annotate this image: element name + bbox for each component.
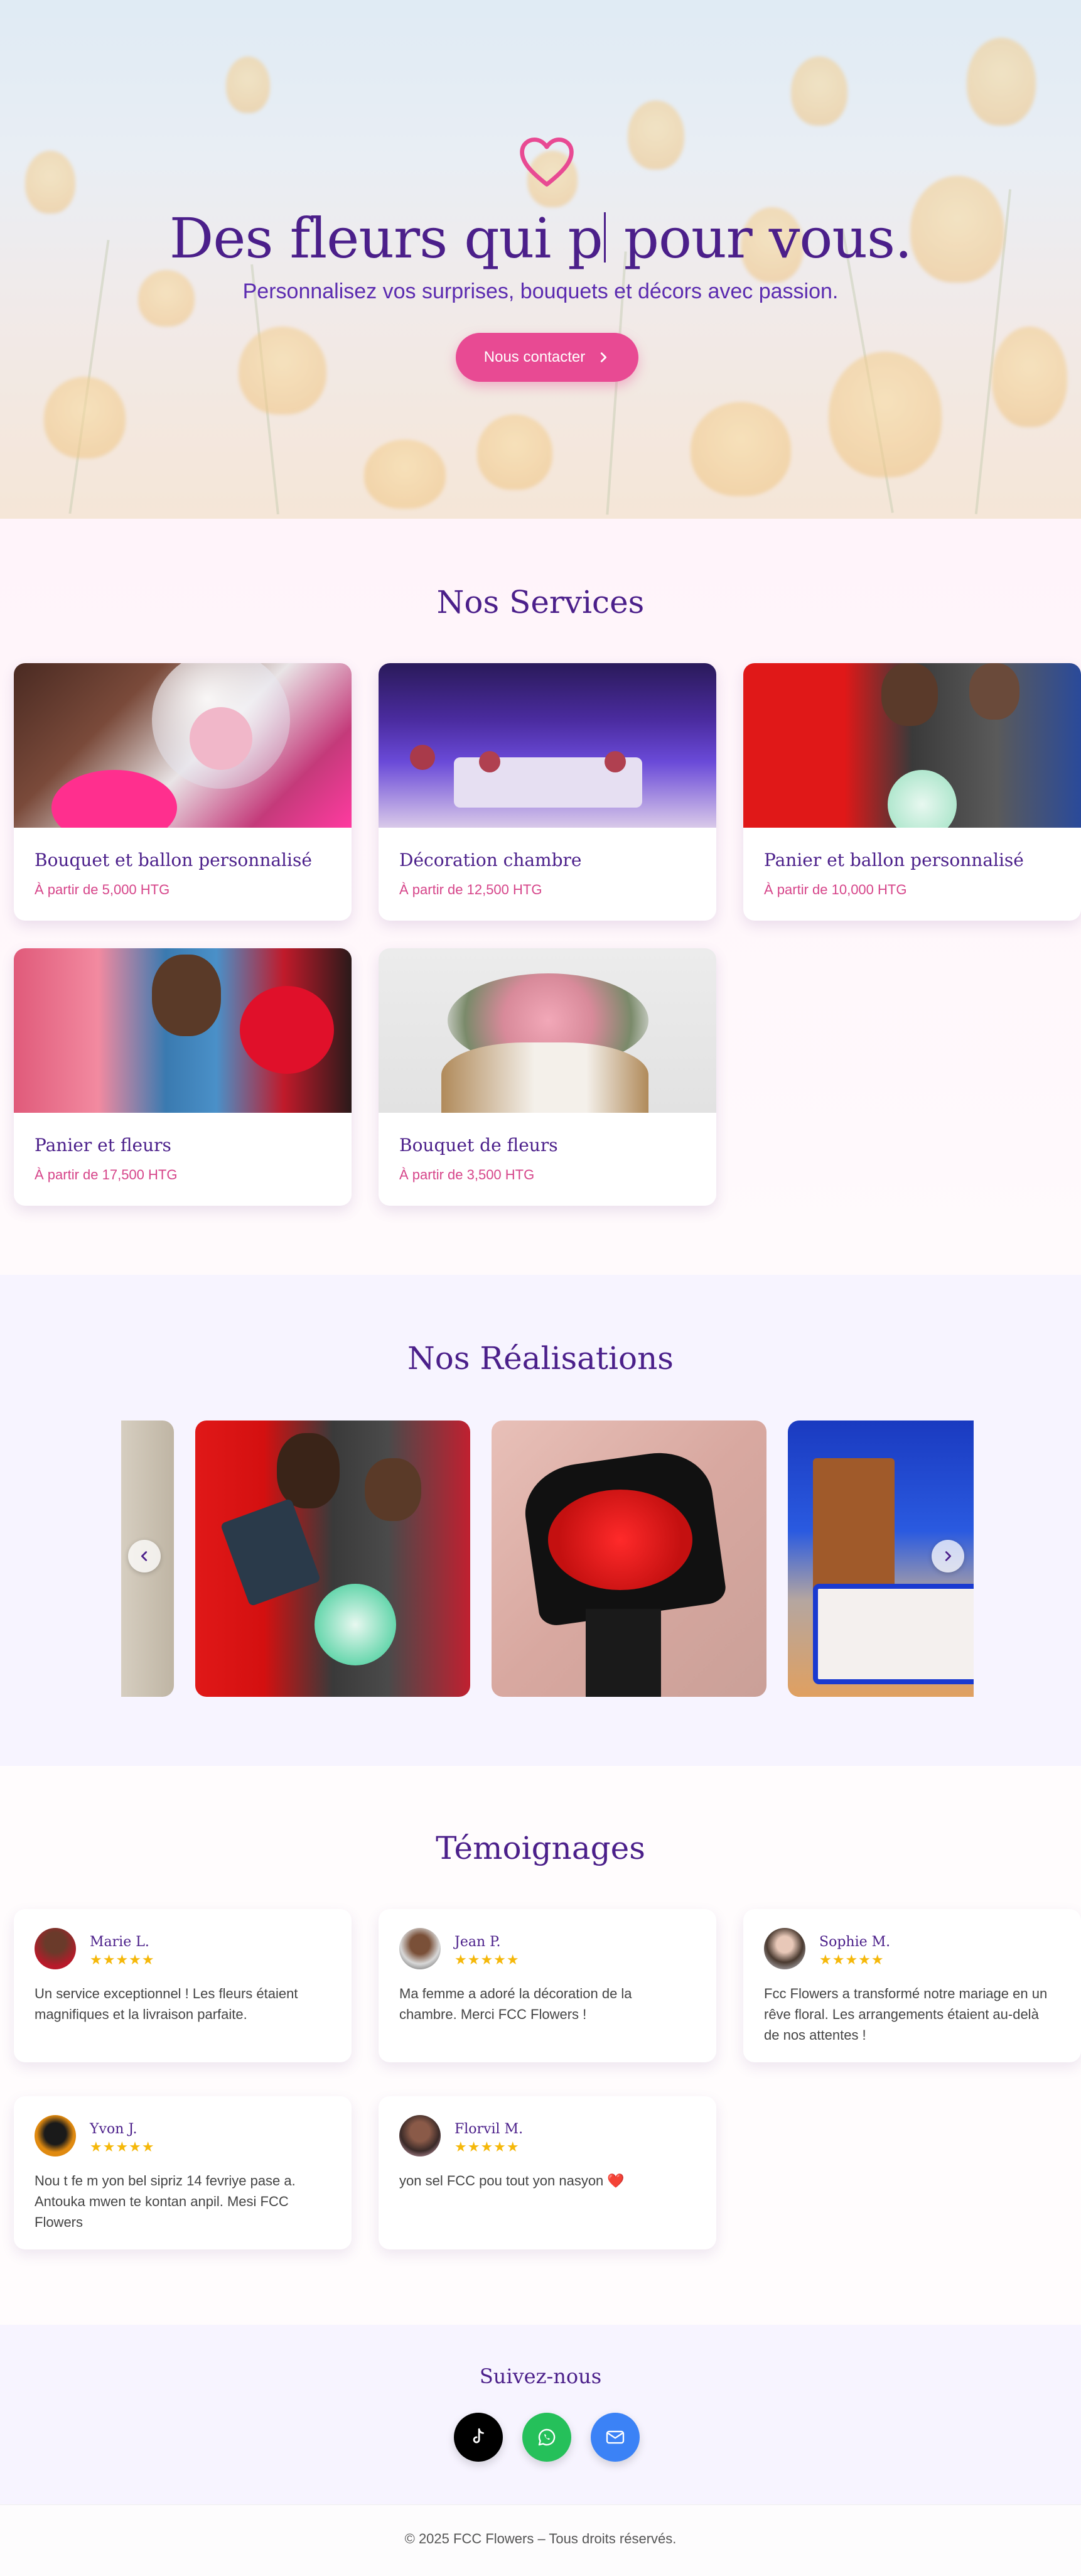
service-name: Panier et ballon personnalisé [764,850,1024,870]
avatar [399,1928,441,1969]
rating-stars: ★★★★★ [454,1952,520,1967]
avatar [399,2115,441,2157]
avatar [35,1928,76,1969]
hero-title-end: pour vous. [606,206,913,271]
testimonials-section: Témoignages Marie L. ★★★★★ Un service ex… [0,1766,1081,2325]
service-card[interactable]: Décoration chambre À partir de 12,500 HT… [379,663,716,921]
service-price: À partir de 12,500 HTG [399,882,542,897]
testimonial-text: Fcc Flowers a transformé notre mariage e… [764,1986,1048,2043]
carousel-next-button[interactable] [932,1540,964,1572]
testimonial-author: Jean P. [454,1934,501,1950]
tiktok-button[interactable] [454,2413,503,2462]
service-price: À partir de 17,500 HTG [35,1167,178,1182]
hero-title-start: Des fleurs qui p [169,206,603,271]
carousel-slide[interactable] [195,1421,470,1697]
follow-title: Suivez-nous [479,2364,602,2388]
service-price: À partir de 3,500 HTG [399,1167,535,1182]
rating-stars: ★★★★★ [90,1952,155,1967]
avatar [35,2115,76,2157]
testimonial-card: Marie L. ★★★★★ Un service exceptionnel !… [14,1909,352,2062]
testimonial-author: Marie L. [90,1934,149,1950]
contact-button[interactable]: Nous contacter [456,333,638,382]
testimonial-text: Ma femme a adoré la décoration de la cha… [399,1986,632,2022]
rating-stars: ★★★★★ [454,2139,520,2155]
chevron-right-icon [945,1551,952,1561]
rating-stars: ★★★★★ [90,2139,155,2155]
services-section: Nos Services Bouquet et ballon personnal… [0,519,1081,1275]
carousel-prev-button[interactable] [128,1540,161,1572]
service-image [743,663,1081,828]
testimonial-text: Un service exceptionnel ! Les fleurs éta… [35,1986,298,2022]
service-card[interactable]: Panier et ballon personnalisé À partir d… [743,663,1081,921]
services-title: Nos Services [436,584,645,620]
tiktok-icon [473,2428,484,2443]
chevron-left-icon [141,1551,148,1561]
service-name: Bouquet et ballon personnalisé [35,850,312,870]
testimonial-author: Sophie M. [819,1934,891,1950]
carousel-slide[interactable] [492,1421,766,1697]
whatsapp-icon [538,2428,556,2446]
email-button[interactable] [591,2413,640,2462]
hero-title: Des fleurs qui p pour vous. [0,206,1081,271]
hero-subtitle: Personnalisez vos surprises, bouquets et… [242,279,839,303]
service-name: Panier et fleurs [35,1135,171,1155]
service-card[interactable]: Panier et fleurs À partir de 17,500 HTG [14,948,352,1206]
service-image [14,948,352,1113]
service-image [14,663,352,828]
testimonials-title: Témoignages [436,1830,645,1866]
footer-copyright: © 2025 FCC Flowers – Tous droits réservé… [404,2531,677,2546]
works-carousel[interactable] [121,1421,974,1697]
rating-stars: ★★★★★ [819,1952,885,1967]
works-title: Nos Réalisations [407,1340,674,1377]
testimonial-card: Sophie M. ★★★★★ Fcc Flowers a transformé… [743,1909,1081,2062]
contact-button-label: Nous contacter [483,349,586,365]
heart-outline-icon [520,138,574,187]
service-card[interactable]: Bouquet de fleurs À partir de 3,500 HTG [379,948,716,1206]
testimonial-text: yon sel FCC pou tout yon nasyon ❤️ [399,2173,625,2189]
email-icon [606,2430,625,2444]
typing-caret [603,212,606,262]
testimonial-card: Jean P. ★★★★★ Ma femme a adoré la décora… [379,1909,716,2062]
avatar [764,1928,805,1969]
service-price: À partir de 10,000 HTG [764,882,907,897]
testimonial-card: Florvil M. ★★★★★ yon sel FCC pou tout yo… [379,2096,716,2249]
testimonial-author: Yvon J. [90,2121,137,2137]
service-name: Bouquet de fleurs [399,1135,558,1155]
chevron-right-icon [601,352,607,362]
whatsapp-button[interactable] [522,2413,571,2462]
service-image [379,663,716,828]
hero-section: Des fleurs qui p pour vous. Personnalise… [0,0,1081,519]
testimonial-card: Yvon J. ★★★★★ Nou t fe m yon bel sipriz … [14,2096,352,2249]
service-name: Décoration chambre [399,850,582,870]
service-image [379,948,716,1113]
service-price: À partir de 5,000 HTG [35,882,170,897]
testimonial-text: Nou t fe m yon bel sipriz 14 fevriye pas… [35,2173,296,2230]
service-card[interactable]: Bouquet et ballon personnalisé À partir … [14,663,352,921]
testimonial-author: Florvil M. [454,2121,524,2137]
